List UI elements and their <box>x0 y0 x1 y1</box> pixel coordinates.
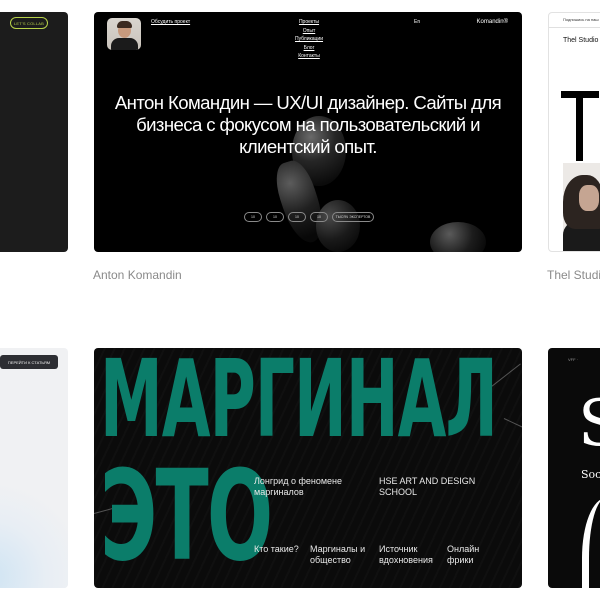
stat-chip: ТЫСЯЧ ЭКСПЕРТОВ <box>332 212 374 222</box>
stat-chip: 10 <box>310 212 328 222</box>
subscribe-text: Подпишись на наш <box>563 17 599 22</box>
big-letter-t <box>561 91 599 161</box>
school-name: HSE ART AND DESIGN SCHOOL <box>379 476 476 497</box>
chrome-blob-decoration <box>430 222 486 252</box>
card-caption-thel[interactable]: Thel Studio <box>547 268 600 282</box>
arc-decoration <box>582 498 600 588</box>
project-card-marginal[interactable]: МАРГИНАЛ ЭТО Лонгрид о феномене маргинал… <box>94 348 522 588</box>
project-card-left-bottom[interactable]: ПЕРЕЙТИ К СТАТЬЯМ <box>0 348 68 588</box>
nav-link-online-freaks[interactable]: Онлайн фрики <box>447 544 497 566</box>
nav-link-who[interactable]: Кто такие? <box>254 544 304 555</box>
studio-title: Thel Studio <box>563 37 599 44</box>
portrait-photo <box>563 163 600 251</box>
hero-headline: Антон Командин — UX/UI дизайнер. Сайты д… <box>114 92 502 157</box>
menu-item-projects[interactable]: Проекты <box>299 19 319 25</box>
chrome-blob-decoration <box>316 200 360 252</box>
project-card-anton-komandin[interactable]: Обсудить проект Проекты Опыт Публикации … <box>94 12 522 252</box>
menu-item-experience[interactable]: Опыт <box>303 28 315 34</box>
big-letter-s: S <box>578 387 600 461</box>
avatar <box>107 18 141 50</box>
menu-item-contacts[interactable]: Контакты <box>298 53 320 59</box>
discuss-project-link[interactable]: Обсудить проект <box>151 19 190 25</box>
language-switch[interactable]: En <box>414 19 420 25</box>
stats-chips: 10 10 10 10 ТЫСЯЧ ЭКСПЕРТОВ <box>244 212 374 222</box>
menu-item-publications[interactable]: Публикации <box>295 36 323 42</box>
headline-eto: ЭТО <box>100 442 273 588</box>
divider <box>549 27 600 28</box>
project-card-thel-studio[interactable]: Подпишись на наш Thel Studio <box>548 12 600 252</box>
headline-marginal: МАРГИНАЛ <box>100 348 498 462</box>
site-logo: Komandin® <box>476 19 508 25</box>
site-menu: Проекты Опыт Публикации Блог Контакты <box>294 19 324 59</box>
small-header-text: VFF · <box>568 357 578 362</box>
subtitle-text: Soc <box>581 468 600 481</box>
card-caption-anton[interactable]: Anton Komandin <box>93 268 182 282</box>
stat-chip: 10 <box>266 212 284 222</box>
nav-link-inspiration[interactable]: Источник вдохновения <box>379 544 441 566</box>
stat-chip: 10 <box>288 212 306 222</box>
collab-button[interactable]: LET'S COLLAB <box>10 17 48 29</box>
gradient-decoration <box>0 478 68 588</box>
stat-chip: 10 <box>244 212 262 222</box>
go-to-articles-button[interactable]: ПЕРЕЙТИ К СТАТЬЯМ <box>0 355 58 369</box>
menu-item-blog[interactable]: Блог <box>304 45 315 51</box>
longread-description: Лонгрид о феномене маргиналов <box>254 476 343 497</box>
nav-link-society[interactable]: Маргиналы и общество <box>310 544 370 566</box>
project-card-s[interactable]: VFF · S Soc <box>548 348 600 588</box>
project-card-left-top[interactable]: LET'S COLLAB <box>0 12 68 252</box>
